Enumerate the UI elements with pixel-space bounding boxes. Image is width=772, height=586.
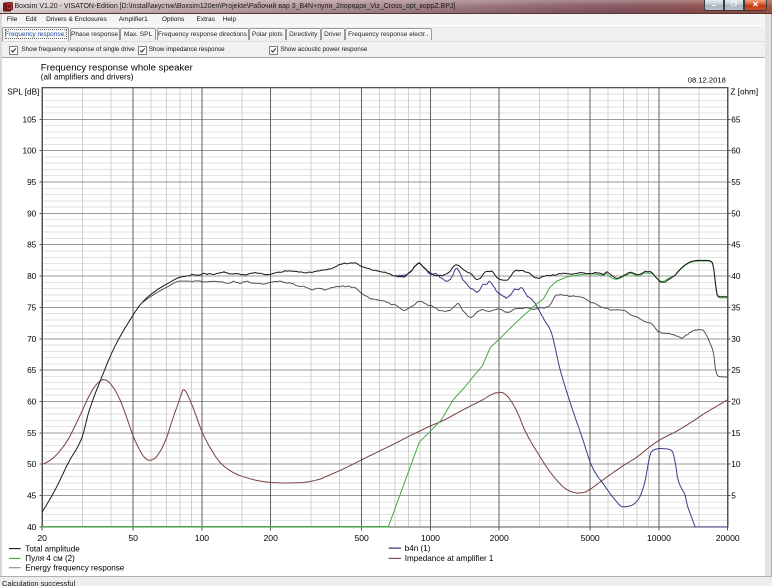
svg-text:105: 105 bbox=[22, 114, 36, 124]
svg-text:5000: 5000 bbox=[581, 533, 600, 543]
svg-text:60: 60 bbox=[731, 146, 741, 156]
svg-text:45: 45 bbox=[731, 240, 741, 250]
svg-text:60: 60 bbox=[27, 396, 37, 406]
svg-text:50: 50 bbox=[27, 459, 37, 469]
svg-text:Impedance at amplifier 1: Impedance at amplifier 1 bbox=[405, 554, 494, 563]
svg-text:20: 20 bbox=[37, 533, 47, 543]
svg-text:45: 45 bbox=[27, 491, 37, 501]
svg-text:25: 25 bbox=[731, 365, 741, 375]
svg-text:Пуля 4 см (2): Пуля 4 см (2) bbox=[25, 554, 75, 563]
svg-text:40: 40 bbox=[731, 271, 741, 281]
svg-text:65: 65 bbox=[731, 114, 741, 124]
svg-text:500: 500 bbox=[354, 533, 369, 543]
svg-text:(all amplifiers and drivers): (all amplifiers and drivers) bbox=[41, 73, 134, 82]
svg-text:b4n (1): b4n (1) bbox=[405, 544, 431, 553]
svg-text:200: 200 bbox=[264, 533, 279, 543]
svg-text:2000: 2000 bbox=[490, 533, 509, 543]
svg-text:100: 100 bbox=[195, 533, 210, 543]
svg-text:Total amplitude: Total amplitude bbox=[25, 544, 80, 553]
svg-text:20000: 20000 bbox=[716, 533, 740, 543]
svg-text:1000: 1000 bbox=[421, 533, 440, 543]
svg-text:5: 5 bbox=[731, 491, 736, 501]
svg-text:95: 95 bbox=[27, 177, 37, 187]
svg-text:08.12.2018: 08.12.2018 bbox=[688, 76, 726, 85]
svg-text:55: 55 bbox=[731, 177, 741, 187]
svg-text:SPL [dB]: SPL [dB] bbox=[7, 88, 39, 97]
svg-text:75: 75 bbox=[27, 302, 37, 312]
svg-text:80: 80 bbox=[27, 271, 37, 281]
svg-text:100: 100 bbox=[22, 146, 36, 156]
svg-text:55: 55 bbox=[27, 428, 37, 438]
svg-text:85: 85 bbox=[27, 240, 37, 250]
svg-text:90: 90 bbox=[27, 208, 37, 218]
svg-text:10: 10 bbox=[731, 459, 741, 469]
svg-text:Z [ohm]: Z [ohm] bbox=[730, 88, 758, 97]
svg-text:35: 35 bbox=[731, 302, 741, 312]
svg-text:Energy frequency response: Energy frequency response bbox=[25, 564, 124, 573]
svg-text:40: 40 bbox=[27, 522, 37, 532]
svg-text:50: 50 bbox=[128, 533, 138, 543]
svg-text:20: 20 bbox=[731, 396, 741, 406]
svg-text:30: 30 bbox=[731, 334, 741, 344]
svg-text:70: 70 bbox=[27, 334, 37, 344]
svg-text:10000: 10000 bbox=[647, 533, 671, 543]
svg-text:50: 50 bbox=[731, 208, 741, 218]
svg-text:65: 65 bbox=[27, 365, 37, 375]
svg-text:15: 15 bbox=[731, 428, 741, 438]
